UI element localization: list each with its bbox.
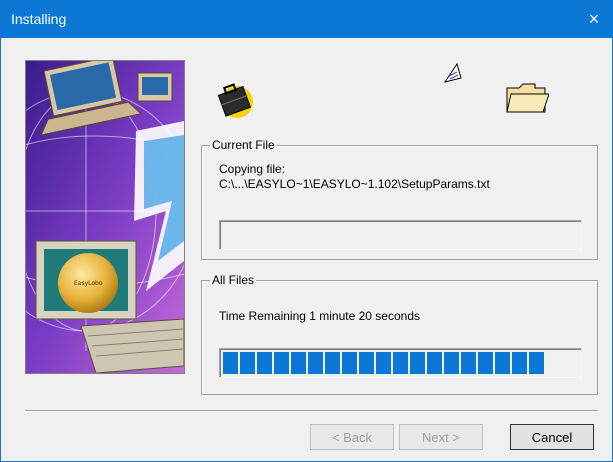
window-title: Installing <box>11 11 67 27</box>
progress-segment <box>512 352 527 374</box>
close-button[interactable]: × <box>574 0 613 38</box>
progress-segment <box>376 352 391 374</box>
progress-segment <box>223 352 238 374</box>
illustration-graphic: EasyLobo <box>26 61 184 373</box>
progress-segment <box>325 352 340 374</box>
briefcase-icon <box>215 78 255 125</box>
globe-label: EasyLobo <box>74 280 103 287</box>
progress-segment <box>478 352 493 374</box>
copying-file-label: Copying file: <box>219 162 286 176</box>
current-file-legend: Current File <box>210 138 277 152</box>
current-file-progress-bar <box>219 220 582 250</box>
progress-segment <box>410 352 425 374</box>
progress-segment <box>274 352 289 374</box>
all-files-legend: All Files <box>210 273 257 287</box>
progress-segment <box>461 352 476 374</box>
flying-page-icon <box>441 62 463 91</box>
all-files-progress-bar <box>219 348 582 378</box>
back-button[interactable]: < Back <box>310 424 394 450</box>
progress-segment <box>359 352 374 374</box>
folder-icon <box>505 80 550 121</box>
progress-segment <box>495 352 510 374</box>
current-file-group: Current File Copying file: C:\...\EASYLO… <box>201 138 598 260</box>
progress-segment <box>393 352 408 374</box>
copying-file-path: C:\...\EASYLO~1\EASYLO~1.102\SetupParams… <box>219 177 490 191</box>
progress-segment <box>291 352 306 374</box>
all-files-group: All Files Time Remaining 1 minute 20 sec… <box>201 273 598 395</box>
progress-segment <box>444 352 459 374</box>
progress-segment <box>427 352 442 374</box>
installer-window: Installing × EasyLobo Current File Copyi… <box>0 0 613 462</box>
next-button[interactable]: Next > <box>399 424 483 450</box>
progress-segment <box>529 352 544 374</box>
installer-illustration: EasyLobo <box>25 60 185 374</box>
progress-segment <box>257 352 272 374</box>
title-bar[interactable]: Installing × <box>1 0 613 38</box>
progress-segment <box>308 352 323 374</box>
cancel-button[interactable]: Cancel <box>510 424 594 450</box>
time-remaining-label: Time Remaining 1 minute 20 seconds <box>219 309 420 323</box>
progress-segment <box>342 352 357 374</box>
button-separator <box>25 410 598 412</box>
progress-segment <box>240 352 255 374</box>
all-files-progress-fill <box>223 352 544 374</box>
